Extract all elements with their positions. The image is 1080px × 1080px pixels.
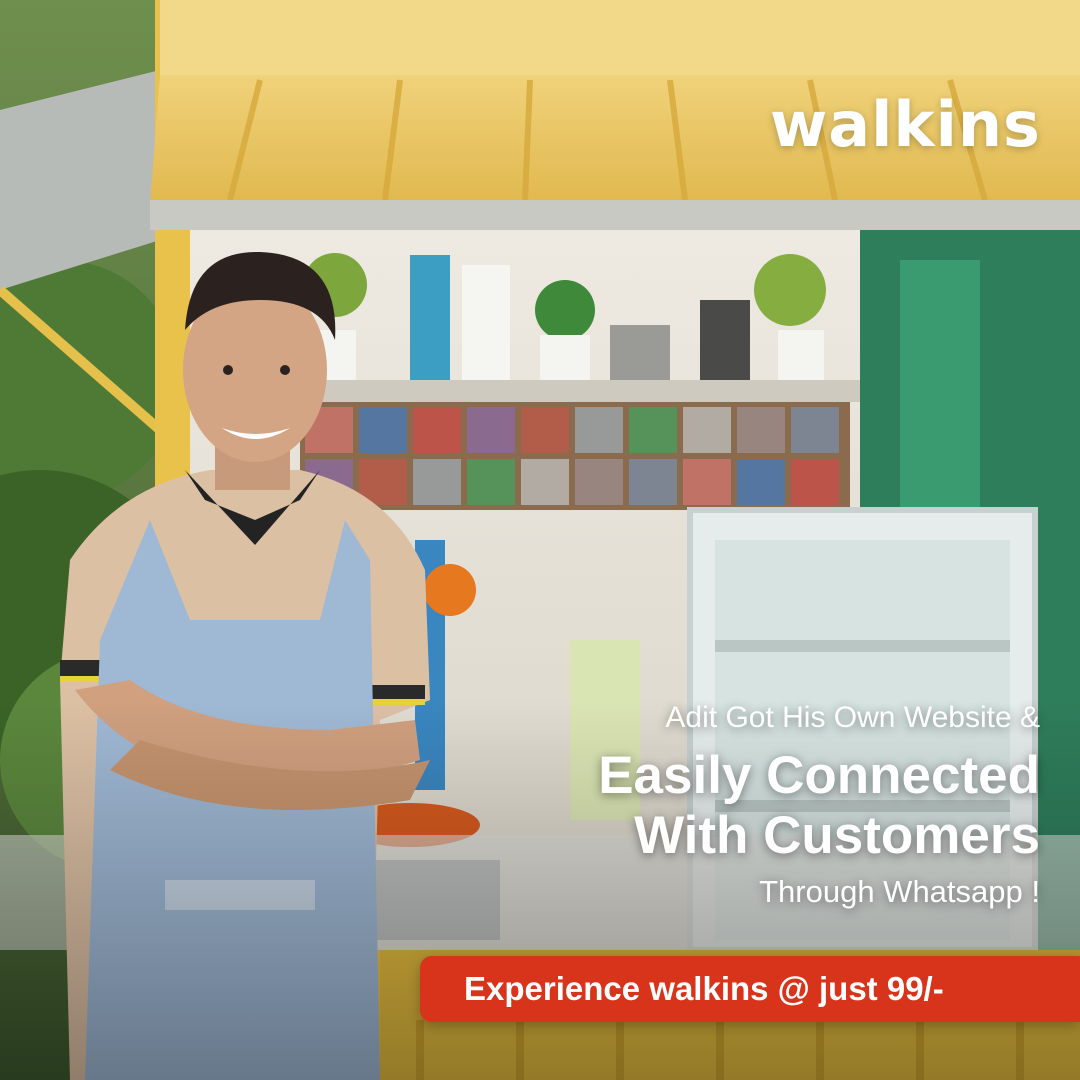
cta-label: Experience walkins @ just 99/- — [464, 970, 944, 1007]
shelf-box — [791, 459, 839, 505]
headline-main-line2: With Customers — [634, 806, 1040, 865]
shelf-box — [521, 459, 569, 505]
shelf-box — [791, 407, 839, 453]
shelf-box — [575, 459, 623, 505]
headline-main-line1: Easily Connected — [598, 746, 1040, 805]
shelf-box — [737, 459, 785, 505]
cta-button[interactable]: Experience walkins @ just 99/- — [420, 956, 1080, 1022]
shelf-box — [359, 407, 407, 453]
shelf-box — [521, 407, 569, 453]
shelf-box — [629, 407, 677, 453]
shelf-box — [683, 407, 731, 453]
shelf-box — [413, 407, 461, 453]
shelf-box — [629, 459, 677, 505]
shelf-box — [467, 459, 515, 505]
headline-outro: Through Whatsapp ! — [759, 874, 1040, 909]
walkins-logo: walkins — [770, 88, 1041, 161]
shelf-box — [683, 459, 731, 505]
shelf-box — [467, 407, 515, 453]
headline-intro: Adit Got His Own Website & — [665, 701, 1040, 734]
shelf-box — [413, 459, 461, 505]
shelf-box — [575, 407, 623, 453]
shelf-box — [737, 407, 785, 453]
ad-creative: walkins Adit Got His Own Website & Easil… — [0, 0, 1080, 1080]
headline: Adit Got His Own Website & Easily Connec… — [440, 690, 1040, 918]
